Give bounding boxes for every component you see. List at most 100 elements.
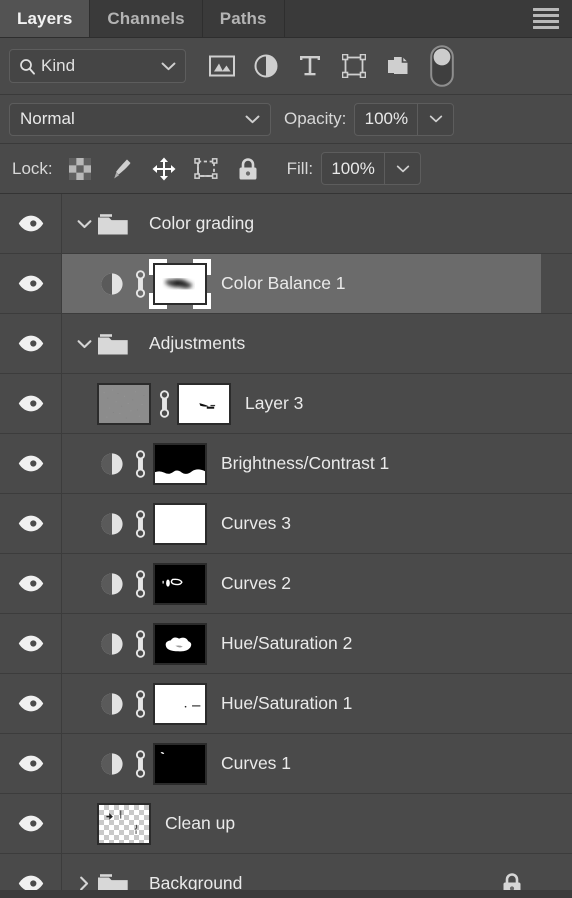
layer-mask-thumbnail[interactable]: [153, 622, 207, 665]
shape-layer-filter-icon[interactable]: [332, 46, 376, 86]
layer-visibility-toggle[interactable]: [0, 494, 62, 553]
brightness-contrast-adjustment-icon[interactable]: [97, 443, 127, 485]
layer-visibility-toggle[interactable]: [0, 314, 62, 373]
filter-kind-select[interactable]: Kind: [9, 49, 186, 83]
layer-row-body[interactable]: Curves 3: [62, 494, 541, 553]
layer-row-body[interactable]: Curves 2: [62, 554, 541, 613]
layer-row-body[interactable]: Color grading: [62, 194, 541, 253]
tab-channels[interactable]: Channels: [90, 0, 203, 37]
layer-visibility-toggle[interactable]: [0, 554, 62, 613]
layer-mask-thumbnail[interactable]: [153, 742, 207, 785]
lock-image-pixels-icon[interactable]: [101, 150, 143, 188]
layer-mask-thumbnail[interactable]: [153, 502, 207, 545]
fill-value[interactable]: 100%: [322, 153, 384, 184]
eye-icon: [18, 695, 43, 712]
lock-all-icon[interactable]: [227, 150, 269, 188]
layer-row-gutter: [541, 494, 572, 553]
opacity-value[interactable]: 100%: [355, 104, 417, 135]
mask-link-icon[interactable]: [127, 743, 153, 785]
layer-row-body[interactable]: Hue/Saturation 2: [62, 614, 541, 673]
mask-link-icon[interactable]: [127, 563, 153, 605]
layer-list[interactable]: Color grading Color Balance 1 Adjustments L…: [0, 194, 572, 890]
hue-saturation-adjustment-icon[interactable]: [97, 683, 127, 725]
layer-visibility-toggle[interactable]: [0, 854, 62, 890]
layer-row[interactable]: Color grading: [0, 194, 572, 254]
layer-row[interactable]: Clean up: [0, 794, 572, 854]
layer-visibility-toggle[interactable]: [0, 614, 62, 673]
group-disclosure-toggle[interactable]: [71, 314, 97, 374]
filter-toggle-switch[interactable]: [420, 45, 464, 87]
layer-row[interactable]: Curves 2: [0, 554, 572, 614]
lock-position-icon[interactable]: [143, 150, 185, 188]
layer-visibility-toggle[interactable]: [0, 734, 62, 793]
layer-mask-thumbnail[interactable]: [153, 682, 207, 725]
layer-mask-thumbnail[interactable]: [153, 562, 207, 605]
fill-field[interactable]: 100%: [321, 152, 422, 185]
layer-row[interactable]: Curves 3: [0, 494, 572, 554]
layer-row-body[interactable]: Hue/Saturation 1: [62, 674, 541, 733]
layer-mask-thumbnail[interactable]: [153, 442, 207, 485]
layer-visibility-toggle[interactable]: [0, 374, 62, 433]
layer-mask-thumbnail[interactable]: [153, 262, 207, 305]
layer-thumbnail[interactable]: [97, 802, 151, 845]
group-disclosure-toggle[interactable]: [71, 854, 97, 890]
layer-mask-thumbnail-wrapper[interactable]: [149, 258, 211, 309]
layer-row-body[interactable]: Color Balance 1: [62, 254, 541, 313]
smart-object-filter-icon[interactable]: [376, 46, 420, 86]
layer-row-body[interactable]: Background: [62, 854, 541, 890]
panel-menu-button[interactable]: [520, 0, 572, 37]
layer-visibility-toggle[interactable]: [0, 434, 62, 493]
lock-transparent-pixels-icon[interactable]: [59, 150, 101, 188]
layer-mask-thumbnail-wrapper[interactable]: [153, 682, 207, 725]
layer-visibility-toggle[interactable]: [0, 254, 62, 313]
layer-mask-thumbnail-wrapper[interactable]: [153, 622, 207, 665]
layer-row-body[interactable]: Curves 1: [62, 734, 541, 793]
layer-row[interactable]: Background: [0, 854, 572, 890]
layer-thumbnail[interactable]: [97, 382, 151, 425]
layer-thumbnail-wrapper[interactable]: [97, 382, 151, 425]
mask-link-icon[interactable]: [127, 263, 153, 305]
adjustment-layer-filter-icon[interactable]: [244, 46, 288, 86]
layer-row-body[interactable]: Layer 3: [62, 374, 541, 433]
tab-paths[interactable]: Paths: [202, 0, 285, 37]
layer-mask-thumbnail-wrapper[interactable]: [153, 742, 207, 785]
mask-link-icon[interactable]: [127, 503, 153, 545]
curves-adjustment-icon[interactable]: [97, 743, 127, 785]
layer-mask-thumbnail-wrapper[interactable]: [153, 442, 207, 485]
opacity-field[interactable]: 100%: [354, 102, 455, 136]
layer-mask-thumbnail[interactable]: [177, 382, 231, 425]
opacity-dropdown-button[interactable]: [417, 103, 453, 135]
layer-mask-thumbnail-wrapper[interactable]: [153, 562, 207, 605]
mask-link-icon[interactable]: [127, 623, 153, 665]
layer-row[interactable]: Color Balance 1: [0, 254, 572, 314]
layer-row[interactable]: Layer 3: [0, 374, 572, 434]
blend-mode-select[interactable]: Normal: [9, 102, 271, 136]
mask-link-icon[interactable]: [127, 443, 153, 485]
type-layer-filter-icon[interactable]: [288, 46, 332, 86]
layer-row-body[interactable]: Brightness/Contrast 1: [62, 434, 541, 493]
layer-visibility-toggle[interactable]: [0, 794, 62, 853]
fill-dropdown-button[interactable]: [384, 153, 420, 184]
curves-adjustment-icon[interactable]: [97, 503, 127, 545]
tab-layers[interactable]: Layers: [0, 0, 91, 37]
layer-mask-thumbnail-wrapper[interactable]: [177, 382, 231, 425]
layer-row[interactable]: Curves 1: [0, 734, 572, 794]
layer-visibility-toggle[interactable]: [0, 674, 62, 733]
layer-visibility-toggle[interactable]: [0, 194, 62, 253]
curves-adjustment-icon[interactable]: [97, 563, 127, 605]
layer-row[interactable]: Hue/Saturation 1: [0, 674, 572, 734]
layer-row[interactable]: Hue/Saturation 2: [0, 614, 572, 674]
group-disclosure-toggle[interactable]: [71, 194, 97, 254]
layer-row[interactable]: Brightness/Contrast 1: [0, 434, 572, 494]
layer-mask-thumbnail-wrapper[interactable]: [153, 502, 207, 545]
layer-row-body[interactable]: Clean up: [62, 794, 541, 853]
lock-artboard-nesting-icon[interactable]: [185, 150, 227, 188]
mask-link-icon[interactable]: [151, 383, 177, 425]
layer-row[interactable]: Adjustments: [0, 314, 572, 374]
pixel-layer-filter-icon[interactable]: [200, 46, 244, 86]
mask-link-icon[interactable]: [127, 683, 153, 725]
color-balance-adjustment-icon[interactable]: [97, 263, 127, 305]
hue-saturation-adjustment-icon[interactable]: [97, 623, 127, 665]
layer-row-body[interactable]: Adjustments: [62, 314, 541, 373]
layer-thumbnail-wrapper[interactable]: [97, 802, 151, 845]
